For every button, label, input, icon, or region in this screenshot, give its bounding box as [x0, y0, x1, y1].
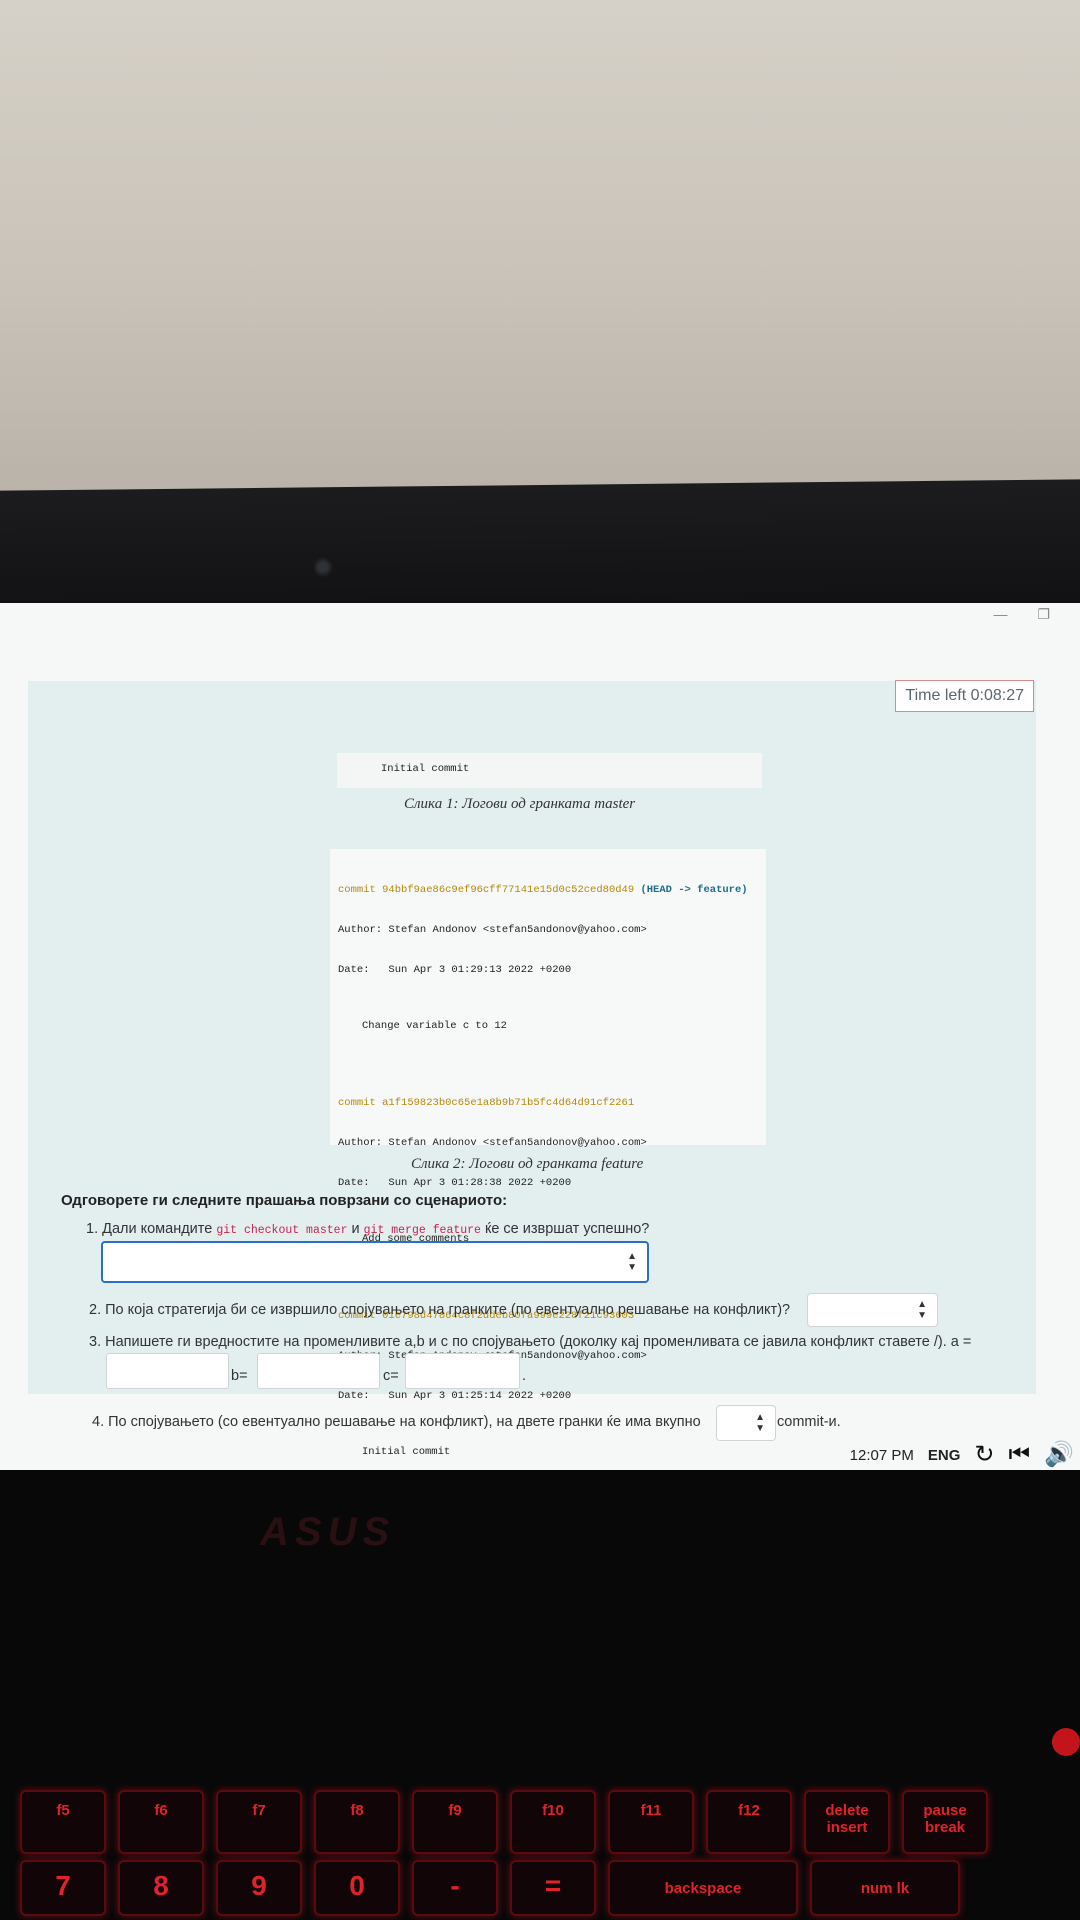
number-key-row: 7 8 9 0 - = backspace num lk	[0, 1860, 1080, 1920]
volume-icon[interactable]: 🔊	[1044, 1443, 1074, 1467]
commit-hash: commit 94bbf9ae86c9ef96cff77141e15d0c52c…	[338, 884, 635, 896]
key-9[interactable]: 9	[216, 1860, 302, 1916]
commit-hash: commit a1f159823b0c65e1a8b9b71b5fc4d64d9…	[338, 1097, 635, 1109]
key-f6[interactable]: f6	[118, 1790, 204, 1854]
commit-message: Change variable c to 12	[362, 1020, 507, 1032]
key-equals[interactable]: =	[510, 1860, 596, 1916]
commit-date: Date: Sun Apr 3 01:28:38 2022 +0200	[338, 1177, 572, 1189]
key-0[interactable]: 0	[314, 1860, 400, 1916]
question-2-text: 2. По која стратегија би се извршило спо…	[89, 1302, 791, 1318]
select-arrows-icon: ▲ ▼	[627, 1251, 637, 1273]
head-ref: (HEAD -> feature)	[634, 884, 748, 896]
key-f12[interactable]: f12	[706, 1790, 792, 1854]
laptop-screen: — ❐ Initial commit Слика 1: Логови од гр…	[0, 603, 1080, 1478]
label-c: c=	[383, 1368, 399, 1384]
taskbar-tray: 12:07 PM ENG ↻ ⏮ 🔊	[850, 1435, 1080, 1475]
figure2-image: commit 94bbf9ae86c9ef96cff77141e15d0c52c…	[330, 849, 766, 1458]
commit-author: Author: Stefan Andonov <stefan5andonov@y…	[338, 1350, 647, 1362]
trailing-dot: .	[522, 1368, 527, 1384]
function-key-row: f5 f6 f7 f8 f9 f10 f11 f12 delete insert…	[0, 1790, 1080, 1870]
input-b[interactable]	[257, 1353, 380, 1389]
key-f10[interactable]: f10	[510, 1790, 596, 1854]
select-arrows-icon: ▲ ▼	[755, 1412, 765, 1434]
questions-heading: Одговорете ги следните прашања поврзани …	[61, 1192, 508, 1209]
key-7[interactable]: 7	[20, 1860, 106, 1916]
key-minus[interactable]: -	[412, 1860, 498, 1916]
power-button-icon[interactable]	[1052, 1728, 1080, 1756]
key-f9[interactable]: f9	[412, 1790, 498, 1854]
commit-entry: commit 94bbf9ae86c9ef96cff77141e15d0c52c…	[338, 858, 766, 1058]
question-4-text: 4. По спојувањето (со евентуално решавањ…	[92, 1414, 701, 1430]
figure2-caption: Слика 2: Логови од гранката feature	[411, 1156, 644, 1172]
minimize-icon[interactable]: —	[993, 606, 1007, 628]
time-left-timer: Time left 0:08:27	[895, 680, 1034, 712]
figure1-caption: Слика 1: Логови од гранката master	[404, 796, 636, 812]
language-indicator[interactable]: ENG	[928, 1447, 961, 1464]
webcam	[313, 557, 333, 577]
commit-date: Date: Sun Apr 3 01:25:14 2022 +0200	[338, 1390, 572, 1402]
key-8[interactable]: 8	[118, 1860, 204, 1916]
taskbar-clock[interactable]: 12:07 PM	[850, 1447, 914, 1464]
refresh-icon[interactable]: ↻	[974, 1443, 994, 1467]
question-1-text: 1. Дали командите git checkout master и …	[86, 1221, 650, 1237]
commit-date: Date: Sun Apr 3 01:29:13 2022 +0200	[338, 964, 572, 976]
key-num-lock[interactable]: num lk	[810, 1860, 960, 1916]
quiz-question-panel: Initial commit Слика 1: Логови од гранка…	[28, 681, 1036, 1458]
commit-author: Author: Stefan Andonov <stefan5andonov@y…	[338, 924, 647, 936]
laptop-bezel	[0, 479, 1080, 621]
restore-icon[interactable]: ❐	[1037, 606, 1050, 628]
question-4-suffix: commit-и.	[777, 1414, 841, 1430]
figure1-log-line: Initial commit	[381, 763, 470, 775]
key-f7[interactable]: f7	[216, 1790, 302, 1854]
select-arrows-icon: ▲ ▼	[917, 1299, 927, 1321]
key-f8[interactable]: f8	[314, 1790, 400, 1854]
figure1-image: Initial commit	[337, 753, 762, 788]
window-controls: — ❐	[993, 606, 1050, 628]
input-a[interactable]	[106, 1353, 229, 1389]
label-b: b=	[231, 1368, 248, 1384]
background-wall	[0, 0, 1080, 500]
code-snippet: git checkout master	[216, 1224, 348, 1237]
question-1-select[interactable]: ▲ ▼	[101, 1241, 649, 1283]
asus-logo: ASUS	[260, 1510, 396, 1554]
key-delete[interactable]: delete insert	[804, 1790, 890, 1854]
commit-message: Initial commit	[362, 1446, 451, 1458]
key-f11[interactable]: f11	[608, 1790, 694, 1854]
key-pause[interactable]: pause break	[902, 1790, 988, 1854]
code-snippet: git merge feature	[363, 1224, 481, 1237]
commit-author: Author: Stefan Andonov <stefan5andonov@y…	[338, 1137, 647, 1149]
input-c[interactable]	[405, 1353, 520, 1389]
key-backspace[interactable]: backspace	[608, 1860, 798, 1916]
question-3-text: 3. Напишете ги вредностите на променливи…	[89, 1334, 972, 1350]
question-4-select[interactable]: ▲ ▼	[716, 1405, 776, 1441]
key-f5[interactable]: f5	[20, 1790, 106, 1854]
question-2-select[interactable]: ▲ ▼	[807, 1293, 938, 1327]
skip-back-icon[interactable]: ⏮	[1009, 1443, 1031, 1467]
